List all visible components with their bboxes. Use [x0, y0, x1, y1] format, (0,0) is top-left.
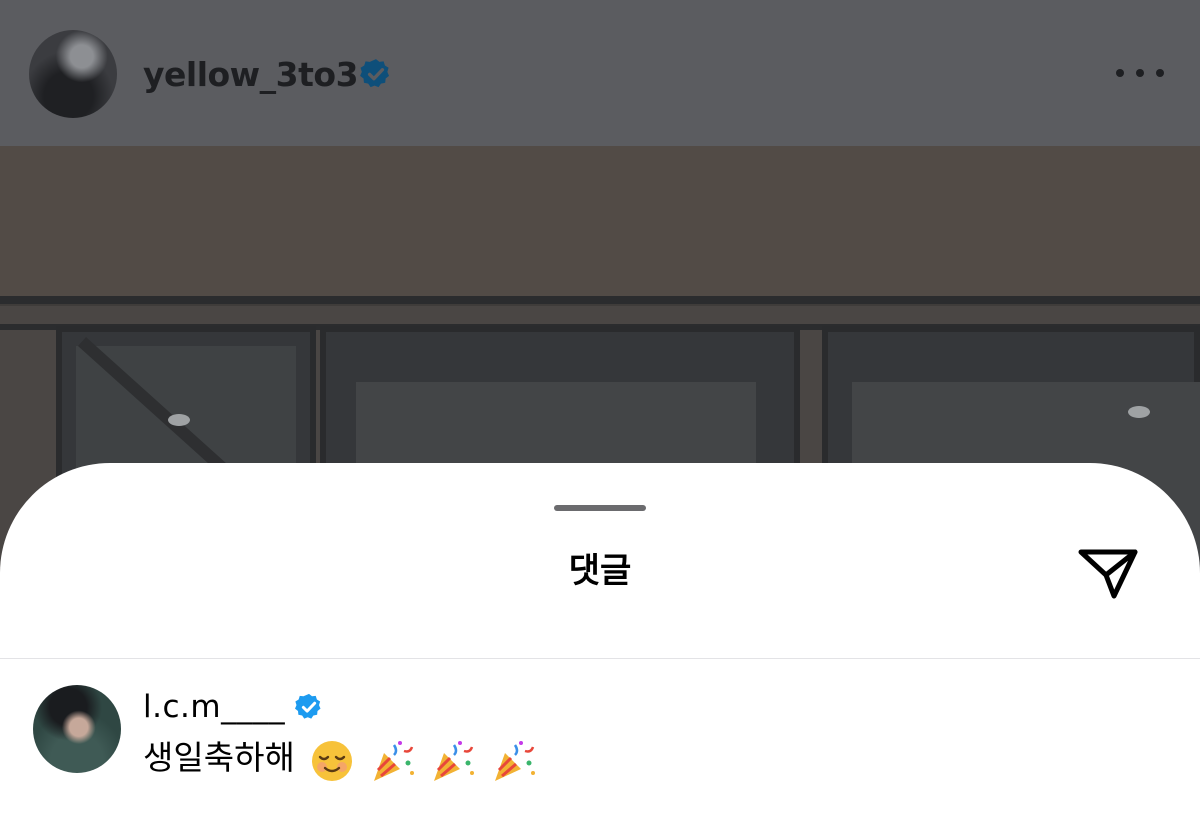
comments-sheet: 댓글 l.c.m____ 생일축하해 — [0, 463, 1200, 827]
more-options-icon[interactable] — [1116, 66, 1164, 80]
verified-badge-icon — [295, 693, 321, 719]
sheet-title: 댓글 — [568, 551, 632, 591]
post-author-username[interactable]: yellow_3to3 — [143, 50, 359, 100]
post-author-avatar[interactable] — [29, 30, 117, 118]
sheet-drag-handle[interactable] — [554, 505, 646, 511]
smiling-face-emoji-icon — [309, 737, 355, 783]
send-icon[interactable] — [1076, 544, 1140, 602]
comment-text: 생일축하해 — [143, 733, 537, 783]
party-popper-emoji-icon — [430, 737, 476, 783]
party-popper-emoji-icon — [491, 737, 537, 783]
sheet-divider — [0, 658, 1200, 659]
post-header: yellow_3to3 — [0, 0, 1200, 146]
party-popper-emoji-icon — [370, 737, 416, 783]
commenter-avatar[interactable] — [33, 685, 121, 773]
verified-badge-icon — [360, 59, 390, 88]
comment-body: 생일축하해 — [143, 738, 295, 777]
commenter-username[interactable]: l.c.m____ — [143, 687, 285, 727]
